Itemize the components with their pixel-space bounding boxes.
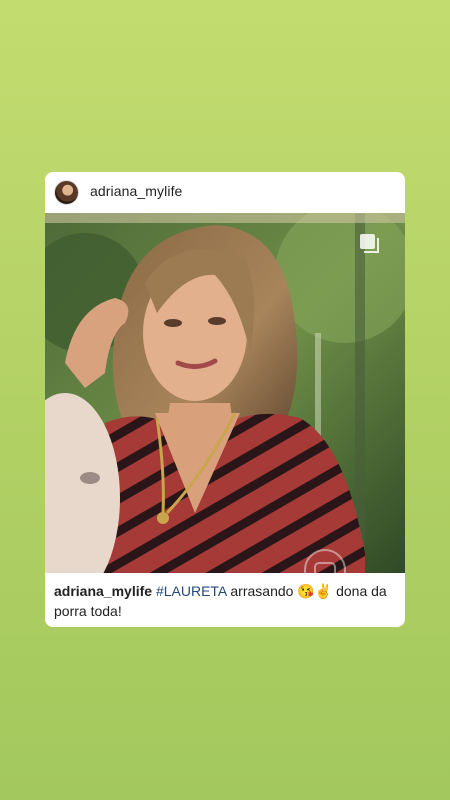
- multi-image-icon: [360, 234, 379, 253]
- caption-username[interactable]: adriana_mylife: [54, 583, 152, 599]
- caption-text-before: arrasando: [226, 583, 298, 599]
- post-username[interactable]: adriana_mylife: [90, 183, 182, 199]
- tv-network-logo-watermark: [304, 549, 346, 573]
- post-photo[interactable]: [45, 213, 405, 573]
- post-card[interactable]: adriana_mylife adriana_mylife #LAURETA a…: [45, 172, 405, 627]
- post-caption: adriana_mylife #LAURETA arrasando 😘✌ don…: [54, 581, 396, 621]
- caption-hashtag[interactable]: #LAURETA: [156, 583, 227, 599]
- caption-emojis: 😘✌: [297, 583, 333, 599]
- post-header: adriana_mylife: [45, 172, 405, 213]
- profile-avatar[interactable]: [54, 180, 79, 205]
- photo-illustration: [45, 213, 405, 573]
